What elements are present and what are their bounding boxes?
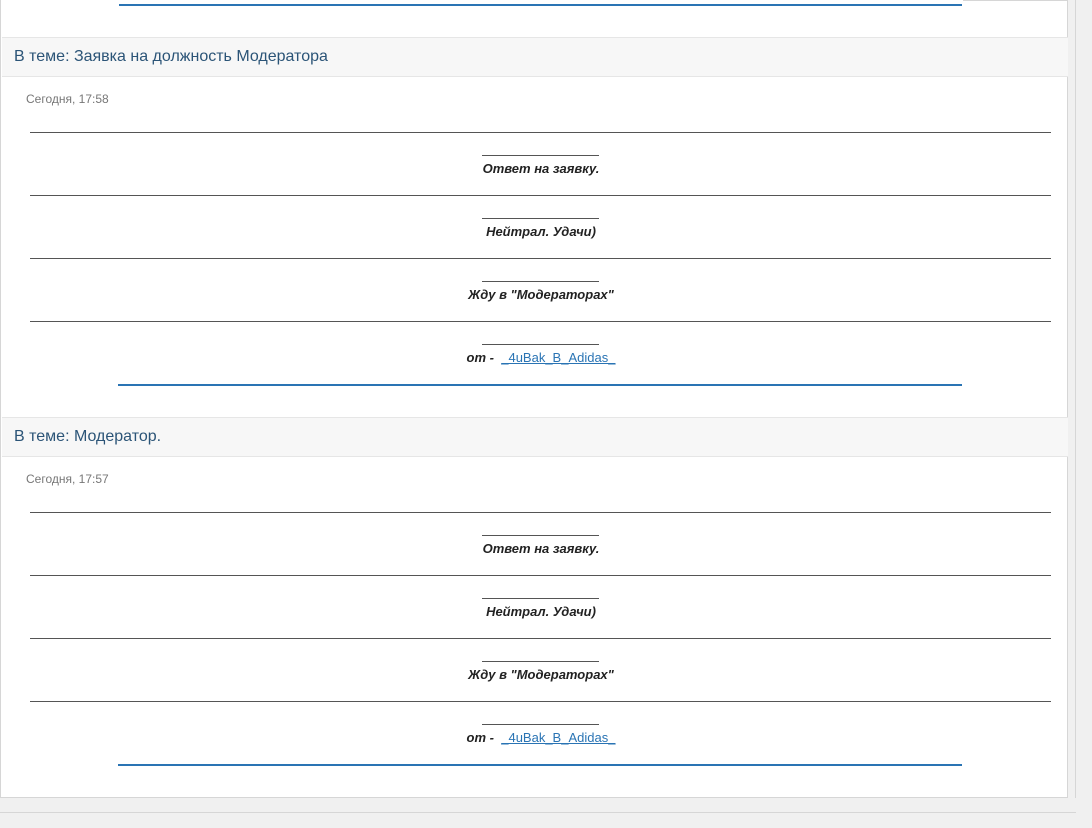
bottom-rail [0, 812, 1076, 813]
separator-line [30, 195, 1051, 196]
post-line-3: Жду в "Модераторах" [468, 287, 614, 302]
signature-rule [118, 764, 962, 766]
right-gutter [1068, 0, 1092, 828]
post-1: В теме: Заявка на должность Модератора [2, 37, 1068, 77]
short-separator [482, 535, 599, 536]
signature-prefix: от - [466, 350, 494, 365]
separator-line [30, 701, 1051, 702]
short-separator [482, 344, 599, 345]
post-line-2: Нейтрал. Удачи) [486, 604, 596, 619]
post-date: Сегодня, 17:58 [26, 92, 109, 106]
short-separator [482, 724, 599, 725]
post-line-1: Ответ на заявку. [482, 161, 600, 176]
post-line-3: Жду в "Модераторах" [468, 667, 614, 682]
post-topic-link[interactable]: В теме: Заявка на должность Модератора [14, 48, 328, 65]
short-separator [482, 661, 599, 662]
short-separator [482, 155, 599, 156]
separator-line [30, 512, 1051, 513]
short-separator [482, 598, 599, 599]
signature-rule [118, 384, 962, 386]
separator-line [30, 258, 1051, 259]
separator-line [30, 575, 1051, 576]
separator-line [30, 132, 1051, 133]
short-separator [482, 218, 599, 219]
post-line-1: Ответ на заявку. [482, 541, 600, 556]
signature-prefix: от - [466, 730, 494, 745]
signature-author-link[interactable]: _4uBak_B_Adidas_ [501, 350, 615, 365]
short-separator [482, 281, 599, 282]
post-date: Сегодня, 17:57 [26, 472, 109, 486]
previous-post-signature-rule [119, 4, 962, 6]
gutter-rail [1075, 0, 1076, 812]
content-panel: В теме: Заявка на должность Модератора С… [0, 0, 1069, 798]
separator-line [30, 638, 1051, 639]
separator-line [30, 321, 1051, 322]
panel-top-border [963, 0, 1069, 1]
post-signature: от - _4uBak_B_Adidas_ [1, 730, 1081, 745]
post-topic-header: В теме: Модератор. [2, 417, 1068, 457]
post-topic-link[interactable]: В теме: Модератор. [14, 428, 161, 445]
post-signature: от - _4uBak_B_Adidas_ [1, 350, 1081, 365]
post-line-2: Нейтрал. Удачи) [486, 224, 596, 239]
post-2: В теме: Модератор. [2, 417, 1068, 457]
bottom-band [0, 798, 1092, 828]
signature-author-link[interactable]: _4uBak_B_Adidas_ [501, 730, 615, 745]
post-topic-header: В теме: Заявка на должность Модератора [2, 37, 1068, 77]
